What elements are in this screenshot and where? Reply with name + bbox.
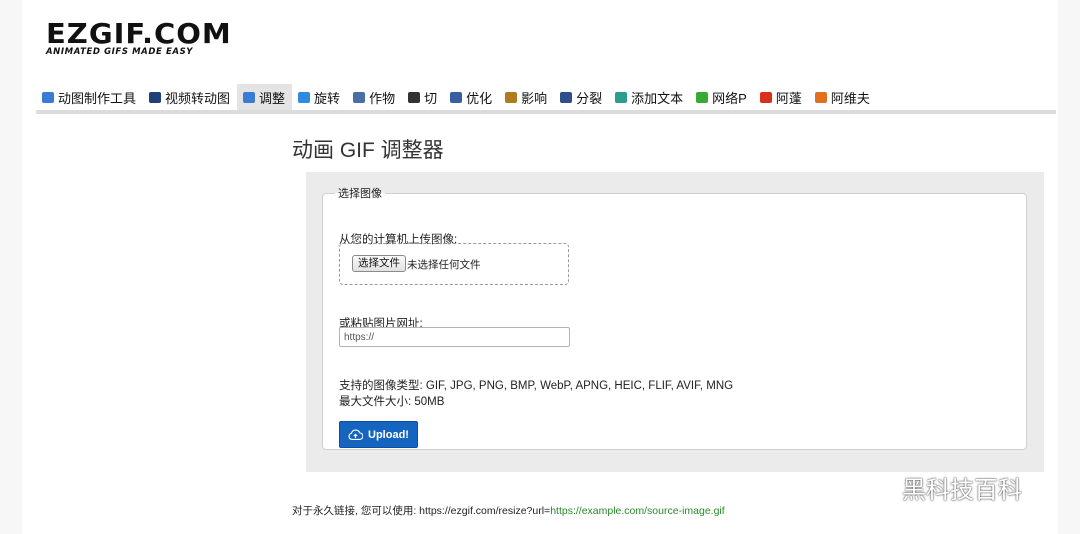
upload-panel: 选择图像 从您的计算机上传图像: 选择文件 未选择任何文件 或粘贴图片网址: 支… bbox=[306, 172, 1044, 472]
file-status-text: 未选择任何文件 bbox=[407, 259, 481, 271]
choose-file-button[interactable]: 选择文件 bbox=[352, 255, 406, 272]
nav-item-10[interactable]: 网络P bbox=[690, 84, 754, 110]
logo-wordmark: EZGIF.COM bbox=[46, 17, 232, 50]
add-text-icon bbox=[615, 91, 628, 103]
nav-item-2[interactable]: 调整 bbox=[237, 84, 293, 110]
max-size-text: 最大文件大小: 50MB bbox=[339, 396, 445, 408]
permalink-example-link[interactable]: https://example.com/source-image.gif bbox=[550, 505, 725, 517]
nav-item-label: 阿维夫 bbox=[830, 90, 870, 106]
film-icon bbox=[149, 91, 162, 103]
gif-maker-icon bbox=[42, 91, 54, 103]
main-nav: 动图制作工具 视频转动图 调整 旋转 作物 切 优化 影响 分裂 添加文本 网络P 阿蓬 阿维夫 bbox=[36, 84, 1056, 114]
avif-icon bbox=[814, 91, 827, 103]
nav-item-label: 添加文本 bbox=[631, 90, 684, 106]
webp-icon bbox=[696, 91, 709, 103]
nav-item-9[interactable]: 添加文本 bbox=[609, 84, 690, 110]
image-url-input[interactable] bbox=[339, 327, 570, 347]
nav-item-label: 动图制作工具 bbox=[58, 90, 137, 106]
upload-button[interactable]: Upload! bbox=[339, 421, 418, 448]
watermark-text: 黑科技百科 bbox=[902, 476, 1022, 504]
rotate-icon bbox=[298, 91, 311, 103]
file-dropzone[interactable]: 选择文件 未选择任何文件 bbox=[339, 243, 569, 285]
fieldset-legend: 选择图像 bbox=[338, 188, 382, 200]
nav-item-3[interactable]: 旋转 bbox=[292, 84, 347, 110]
nav-item-12[interactable]: 阿维夫 bbox=[809, 84, 877, 110]
permalink-note: 对于永久链接, 您可以使用: https://ezgif.com/resize?… bbox=[292, 503, 725, 518]
nav-item-5[interactable]: 切 bbox=[402, 84, 444, 110]
wechat-watermark: 黑科技百科 bbox=[862, 470, 1022, 505]
nav-item-label: 阿蓬 bbox=[775, 90, 802, 106]
nav-item-label: 网络P bbox=[712, 90, 747, 106]
optimize-icon bbox=[450, 91, 463, 103]
nav-item-label: 影响 bbox=[521, 90, 548, 106]
nav-item-label: 分裂 bbox=[576, 90, 603, 106]
wechat-icon bbox=[863, 474, 895, 500]
select-image-fieldset: 选择图像 从您的计算机上传图像: 选择文件 未选择任何文件 或粘贴图片网址: 支… bbox=[322, 185, 1027, 450]
nav-item-8[interactable]: 分裂 bbox=[554, 84, 609, 110]
upload-button-label: Upload! bbox=[368, 428, 409, 441]
nav-item-label: 切 bbox=[424, 90, 438, 106]
nav-item-1[interactable]: 视频转动图 bbox=[143, 84, 237, 110]
apng-icon bbox=[759, 91, 772, 103]
nav-item-label: 调整 bbox=[259, 90, 286, 106]
nav-item-0[interactable]: 动图制作工具 bbox=[36, 84, 143, 110]
cut-icon bbox=[408, 91, 421, 103]
nav-item-label: 作物 bbox=[369, 90, 396, 106]
page-title: 动画 GIF 调整器 bbox=[292, 139, 444, 162]
supported-formats-text: 支持的图像类型: GIF, JPG, PNG, BMP, WebP, APNG,… bbox=[339, 380, 734, 392]
permalink-prefix: 对于永久链接, 您可以使用: https://ezgif.com/resize?… bbox=[292, 505, 551, 517]
nav-item-7[interactable]: 影响 bbox=[499, 84, 554, 110]
nav-item-4[interactable]: 作物 bbox=[347, 84, 402, 110]
page: EZGIF.COM ANIMATED GIFS MADE EASY 动图制作工具… bbox=[22, 0, 1058, 534]
split-icon bbox=[560, 91, 573, 103]
site-logo[interactable]: EZGIF.COM ANIMATED GIFS MADE EASY bbox=[46, 17, 232, 57]
nav-item-11[interactable]: 阿蓬 bbox=[754, 84, 809, 110]
nav-item-label: 优化 bbox=[466, 90, 493, 106]
nav-item-label: 旋转 bbox=[314, 90, 341, 106]
crop-icon bbox=[353, 91, 366, 103]
resize-icon bbox=[243, 91, 256, 103]
nav-item-label: 视频转动图 bbox=[165, 90, 231, 106]
cloud-upload-icon bbox=[348, 429, 364, 440]
effects-icon bbox=[505, 91, 518, 103]
nav-item-6[interactable]: 优化 bbox=[444, 84, 499, 110]
